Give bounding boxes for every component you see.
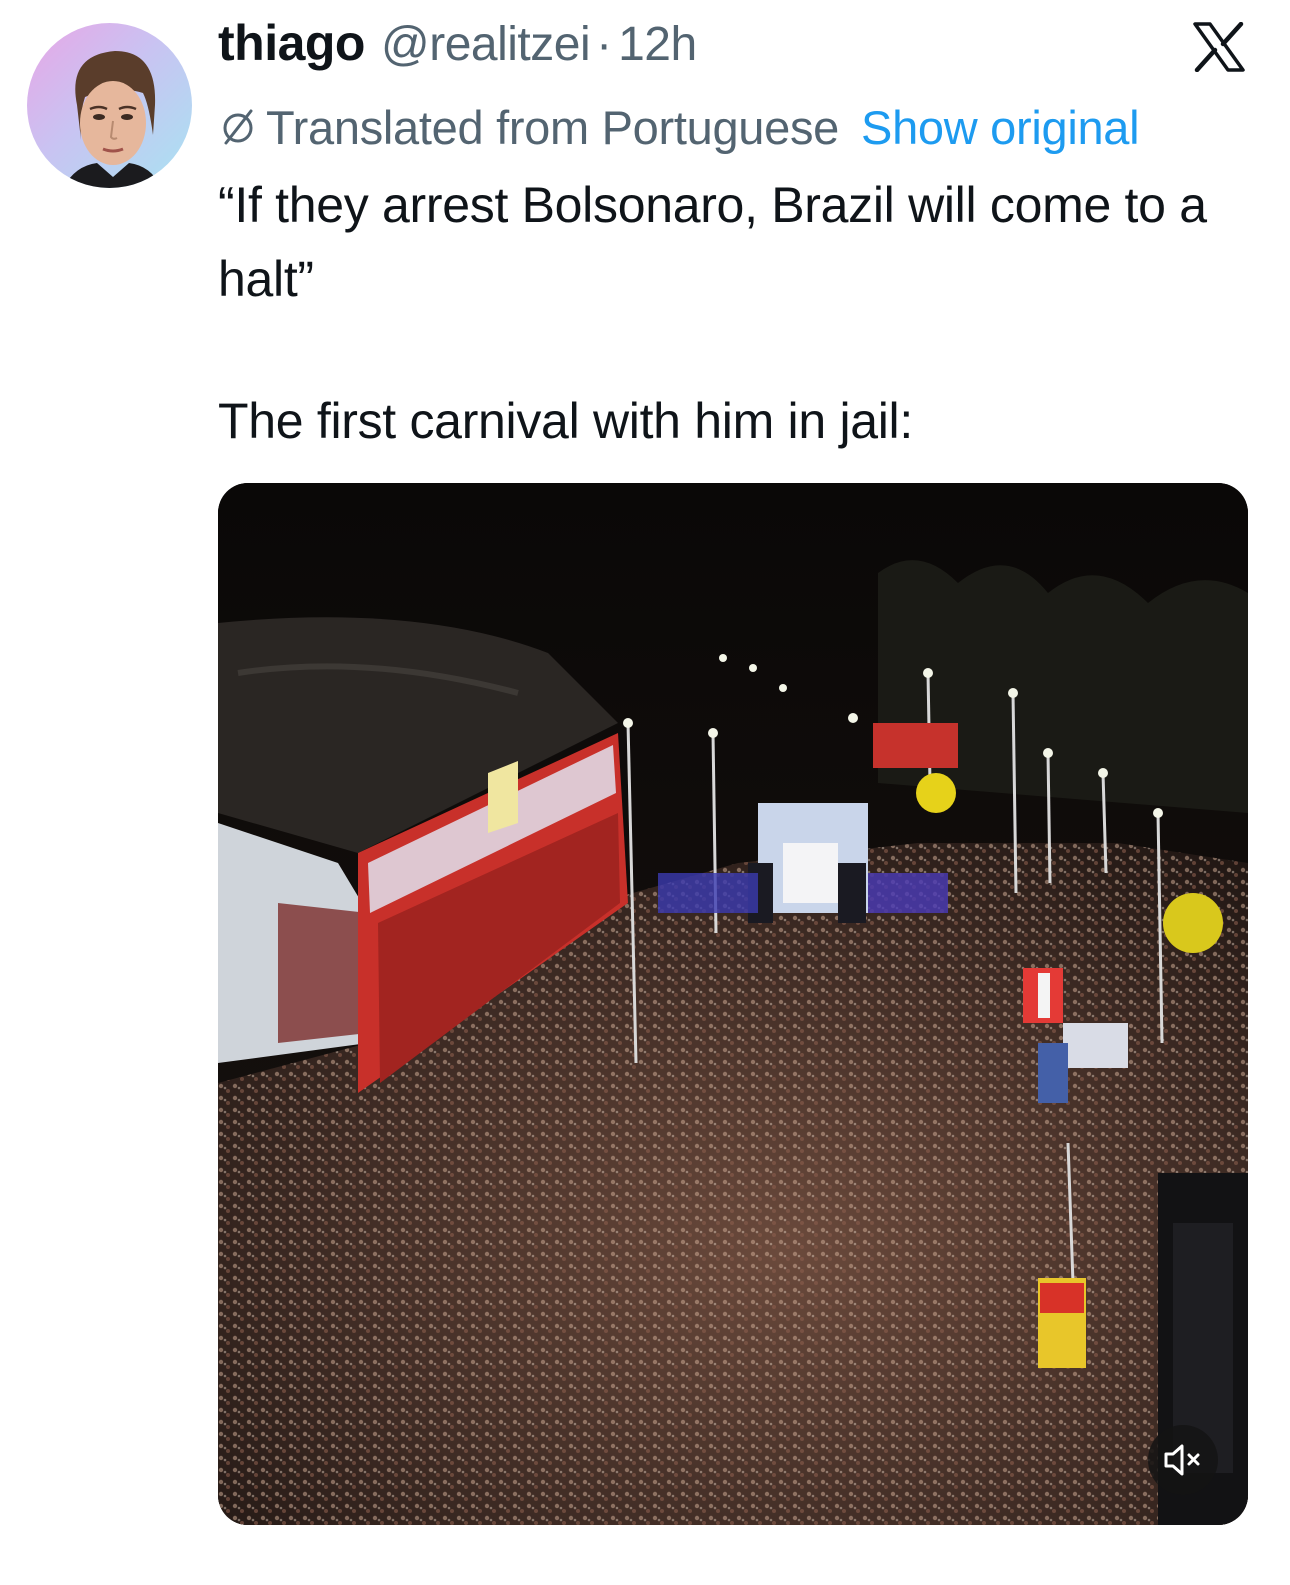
mute-button[interactable] (1148, 1425, 1218, 1495)
separator-dot: · (596, 18, 613, 71)
tweet-card: thiago @realitzei · 12h Translated from … (0, 0, 1290, 1585)
timestamp[interactable]: 12h (618, 17, 697, 72)
x-logo-icon[interactable] (1193, 22, 1245, 72)
translation-label: Translated from Portuguese (266, 100, 840, 154)
show-original-link[interactable]: Show original (861, 100, 1140, 155)
translate-icon (223, 109, 253, 145)
video-frame (218, 483, 1248, 1525)
speaker-muted-icon (1164, 1444, 1200, 1476)
tweet-text-line: The first carnival with him in jail: (218, 393, 913, 449)
avatar-portrait (63, 51, 162, 188)
video-player[interactable] (218, 483, 1248, 1525)
avatar[interactable] (27, 23, 192, 188)
display-name[interactable]: thiago (218, 14, 365, 72)
tweet-text-quote: “If they arrest Bolsonaro, Brazil will c… (218, 177, 1207, 307)
user-handle[interactable]: @realitzei (381, 17, 591, 72)
tweet-header: thiago @realitzei · 12h (218, 14, 697, 78)
translation-row: Translated from Portuguese Show original (218, 98, 1140, 156)
